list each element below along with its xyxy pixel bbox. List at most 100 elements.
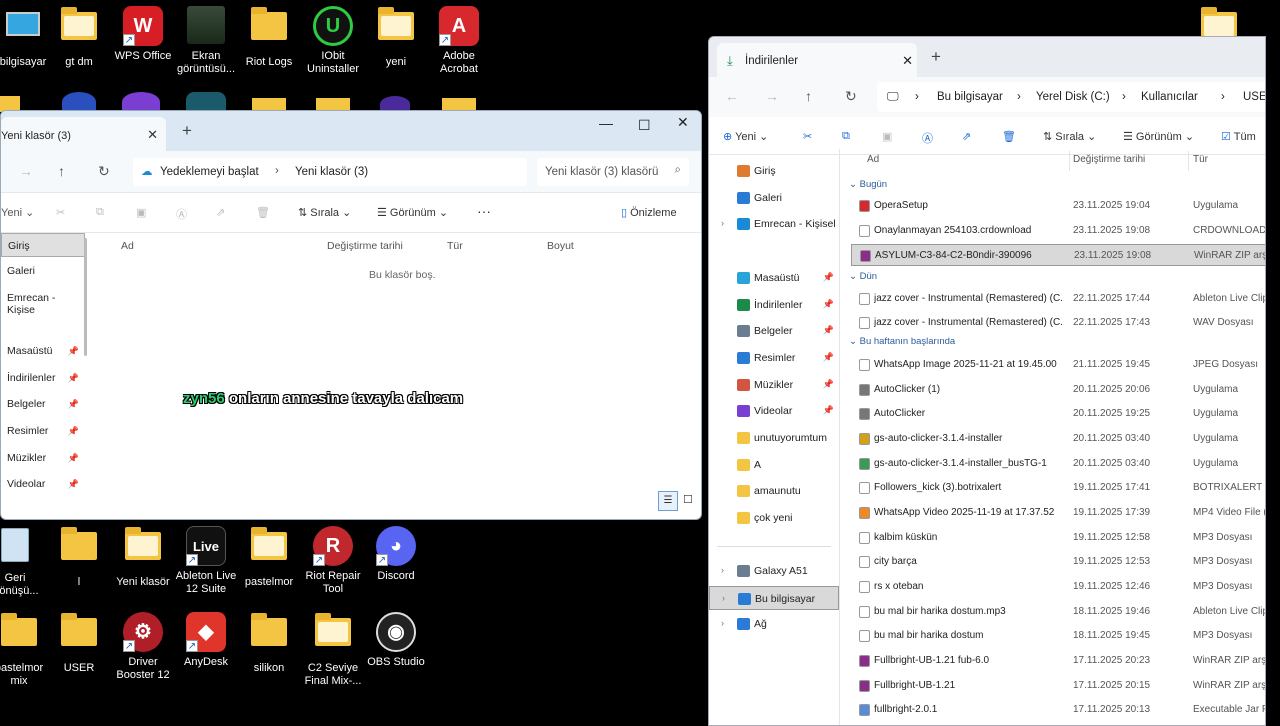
desktop-icon-bilgisayar[interactable]: bilgisayar: [0, 6, 54, 69]
sidebar-item[interactable]: › Emrecan - Kişisel: [709, 212, 839, 236]
view-button[interactable]: ☰ Görünüm ⌄: [1123, 130, 1194, 143]
file-row[interactable]: kalbim küskün 19.11.2025 12:58 MP3 Dosyası: [851, 527, 1265, 549]
desktop-icon-riot-logs[interactable]: Riot Logs: [238, 6, 300, 69]
collapse-chevron-icon[interactable]: ⌄: [849, 179, 860, 190]
file-row[interactable]: Fullbright-UB-1.21 fub-6.0 17.11.2025 20:…: [851, 650, 1265, 672]
column-header-type[interactable]: Tür: [447, 240, 463, 252]
new-button[interactable]: Yeni ⌄: [1, 206, 34, 219]
address-bar[interactable]: ☁ Yedeklemeyi başlat › Yeni klasör (3): [133, 158, 527, 186]
delete-icon[interactable]: 🗑: [1002, 130, 1016, 143]
desktop-icon-recycle-bin[interactable]: Geri Dönüşü...: [0, 526, 46, 598]
sort-button[interactable]: ⇅ Sırala ⌄: [298, 206, 351, 219]
minimize-icon[interactable]: —: [599, 115, 613, 131]
column-divider[interactable]: [1069, 151, 1070, 171]
sidebar-item[interactable]: › Bu bilgisayar: [709, 586, 839, 610]
file-row[interactable]: WhatsApp Image 2025-11-21 at 19.45.00 21.…: [851, 354, 1265, 376]
back-icon[interactable]: ←: [725, 88, 739, 104]
copy-icon[interactable]: ⧉: [96, 206, 104, 219]
desktop-icon-user[interactable]: USER: [48, 612, 110, 675]
breadcrumb-item[interactable]: USER: [1243, 91, 1265, 103]
sidebar-item-emrecan[interactable]: Emrecan - Kişise: [1, 286, 85, 316]
group-header[interactable]: ⌄ Dün: [849, 271, 877, 282]
column-header-type[interactable]: Tür: [1193, 154, 1208, 165]
copy-icon[interactable]: ⧉: [842, 130, 850, 143]
maximize-icon[interactable]: ☐: [638, 117, 651, 134]
close-window-icon[interactable]: ✕: [677, 114, 689, 131]
sidebar-item[interactable]: çok yeni: [709, 506, 839, 530]
close-tab-icon[interactable]: ✕: [147, 127, 158, 143]
sidebar-item[interactable]: Belgeler 📌: [709, 319, 839, 343]
new-button[interactable]: ⊕ Yeni ⌄: [723, 130, 768, 143]
expand-chevron-icon[interactable]: ›: [721, 565, 724, 575]
file-row[interactable]: city barça 19.11.2025 12:53 MP3 Dosyası: [851, 551, 1265, 573]
column-divider[interactable]: [1188, 151, 1189, 171]
file-row[interactable]: bu mal bir harika dostum 18.11.2025 19:45…: [851, 625, 1265, 647]
sidebar-item[interactable]: Müzikler 📌: [709, 373, 839, 397]
file-row[interactable]: Onaylanmayan 254103.crdownload 23.11.2025…: [851, 220, 1265, 242]
refresh-icon[interactable]: ↻: [98, 163, 110, 180]
desktop-icon-pastelmor[interactable]: pastelmor: [238, 526, 300, 589]
column-header-name[interactable]: Ad: [121, 240, 134, 252]
preview-button[interactable]: ▯ Önizleme: [621, 206, 677, 219]
desktop-icon-yeni[interactable]: yeni: [365, 6, 427, 69]
file-row[interactable]: gs-auto-clicker-3.1.4-installer_busTG-1 2…: [851, 453, 1265, 475]
breadcrumb-item[interactable]: Yerel Disk (C:): [1036, 91, 1110, 103]
sidebar-item-belgeler[interactable]: Belgeler 📌: [1, 392, 85, 416]
sidebar-item-giris[interactable]: Giriş: [1, 233, 85, 257]
file-row[interactable]: rs x oteban 19.11.2025 12:46 MP3 Dosyası: [851, 576, 1265, 598]
breadcrumb-item[interactable]: Bu bilgisayar: [937, 91, 1003, 103]
file-row[interactable]: jazz cover - Instrumental (Remastered) (…: [851, 288, 1265, 310]
desktop-icon-wps[interactable]: W ↗ WPS Office: [112, 6, 174, 63]
breadcrumb-item[interactable]: Kullanıcılar: [1141, 91, 1198, 103]
desktop-icon-ekran[interactable]: Ekran görüntüsü...: [175, 6, 237, 76]
share-icon[interactable]: ⇗: [216, 206, 225, 219]
sidebar-item-masaustu[interactable]: Masaüstü 📌: [1, 339, 85, 363]
file-row[interactable]: ASYLUM-C3-84-C2-B0ndir-390096 23.11.2025 …: [851, 244, 1265, 266]
sidebar-item[interactable]: Resimler 📌: [709, 346, 839, 370]
desktop-icon-silikon[interactable]: silikon: [238, 612, 300, 675]
tab-indirilenler[interactable]: ⤓ İndirilenler ✕: [717, 43, 917, 77]
tools-button[interactable]: ☑ Tüm: [1221, 130, 1256, 143]
sidebar-item[interactable]: › Ağ: [709, 612, 839, 636]
up-icon[interactable]: ↑: [58, 163, 65, 179]
sidebar-item[interactable]: A: [709, 453, 839, 477]
sidebar-item[interactable]: amaunutu: [709, 479, 839, 503]
address-bar[interactable]: 🖵 › Bu bilgisayar › Yerel Disk (C:) › Ku…: [877, 82, 1265, 112]
close-tab-icon[interactable]: ✕: [902, 53, 913, 69]
desktop-icon-iobit[interactable]: U IObit Uninstaller: [302, 6, 364, 76]
desktop-icon-driver-booster[interactable]: ⚙ ↗ Driver Booster 12: [112, 612, 174, 682]
desktop-icon-c2-seviye[interactable]: C2 Seviye Final Mix-...: [302, 612, 364, 688]
desktop-icon-anydesk[interactable]: ◆ ↗ AnyDesk: [175, 612, 237, 669]
sidebar-item-galeri[interactable]: Galeri: [1, 259, 85, 283]
desktop-icon-acrobat[interactable]: A ↗ Adobe Acrobat: [428, 6, 490, 76]
column-header-size[interactable]: Boyut: [547, 240, 574, 252]
sort-button[interactable]: ⇅ Sırala ⌄: [1043, 130, 1096, 143]
sidebar-item[interactable]: Galeri: [709, 186, 839, 210]
desktop-icon-discord[interactable]: ◕ ↗ Discord: [365, 526, 427, 583]
backup-button[interactable]: Yedeklemeyi başlat: [160, 166, 259, 178]
sidebar-item[interactable]: unutuyorumtum: [709, 426, 839, 450]
file-row[interactable]: gs-auto-clicker-3.1.4-installer 20.11.202…: [851, 428, 1265, 450]
view-button[interactable]: ☰ Görünüm ⌄: [377, 206, 448, 219]
desktop-icon-pastelmor-mix[interactable]: pastelmor mix: [0, 612, 50, 688]
tab-yeni-klasor-3[interactable]: Yeni klasör (3) ✕: [1, 117, 166, 151]
column-header-name[interactable]: Ad: [867, 154, 879, 165]
collapse-chevron-icon[interactable]: ⌄: [849, 336, 860, 347]
sidebar-item[interactable]: Videolar 📌: [709, 399, 839, 423]
collapse-chevron-icon[interactable]: ⌄: [849, 271, 860, 282]
file-row[interactable]: jazz cover - Instrumental (Remastered) (…: [851, 312, 1265, 334]
tiles-view-icon[interactable]: ☐: [683, 493, 693, 506]
sidebar-item[interactable]: Masaüstü 📌: [709, 266, 839, 290]
file-row[interactable]: WhatsApp Video 2025-11-19 at 17.37.52 19.…: [851, 502, 1265, 524]
sidebar-item[interactable]: İndirilenler 📌: [709, 293, 839, 317]
breadcrumb[interactable]: Yeni klasör (3): [295, 166, 368, 178]
column-header-date[interactable]: Değiştirme tarihi: [327, 240, 403, 252]
rename-icon[interactable]: Ⓐ: [922, 130, 933, 146]
paste-icon[interactable]: ▣: [136, 206, 146, 219]
refresh-icon[interactable]: ↻: [845, 88, 857, 105]
file-row[interactable]: Fullbright-UB-1.21 17.11.2025 20:15 WinRAR…: [851, 675, 1265, 697]
sidebar-item-indirilenler[interactable]: İndirilenler 📌: [1, 366, 85, 390]
share-icon[interactable]: ⇗: [962, 130, 971, 143]
scrollbar[interactable]: [84, 238, 87, 356]
group-header[interactable]: ⌄ Bugün: [849, 179, 887, 190]
